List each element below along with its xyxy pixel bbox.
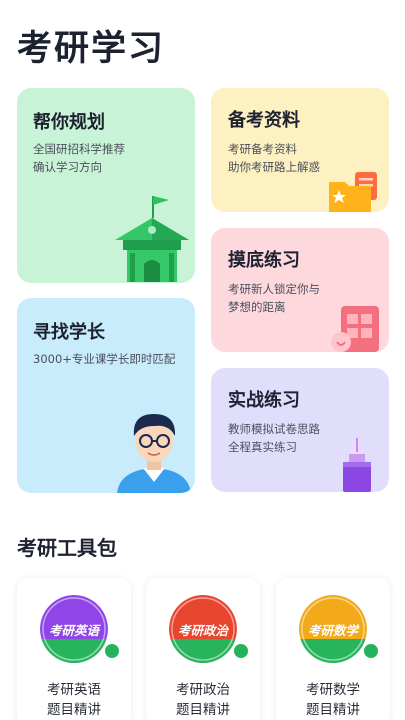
prep-materials-desc-line1: 考研备考资料 [228, 142, 297, 156]
mock-test-card-desc: 考研新人锁定你与 梦想的距离 [228, 280, 320, 316]
mini-program-icon [362, 642, 380, 660]
mock-test-card-title: 摸底练习 [228, 250, 300, 271]
senior-avatar-icon [117, 414, 191, 493]
plan-card-title: 帮你规划 [33, 112, 105, 133]
english-badge-icon: 考研英语 [40, 595, 108, 663]
plan-card-desc: 全国研招科学推荐 确认学习方向 [33, 140, 125, 176]
politics-badge-icon: 考研政治 [169, 595, 237, 663]
find-senior-card-title: 寻找学长 [33, 322, 105, 343]
plan-card-desc-line2: 确认学习方向 [33, 160, 102, 174]
clipboard-icon [331, 306, 379, 352]
folder-star-icon [329, 172, 377, 212]
politics-badge-text: 考研政治 [177, 623, 228, 638]
toolkit-item-math-line1: 考研数学 [306, 682, 360, 698]
mini-program-icon [232, 642, 250, 660]
prep-materials-desc-line2: 助你考研路上解惑 [228, 160, 320, 174]
prep-materials-card-title: 备考资料 [228, 110, 300, 131]
plan-card[interactable]: 帮你规划 全国研招科学推荐 确认学习方向 [17, 88, 195, 283]
prep-materials-card-desc: 考研备考资料 助你考研路上解惑 [228, 140, 320, 176]
mock-test-desc-line1: 考研新人锁定你与 [228, 282, 320, 296]
toolkit-item-english[interactable]: 考研英语 考研英语 题目精讲 [17, 578, 131, 720]
toolkit-item-math[interactable]: 考研数学 考研数学 题目精讲 [276, 578, 390, 720]
practice-desc-line2: 全程真实练习 [228, 440, 297, 454]
mock-test-card[interactable]: 摸底练习 考研新人锁定你与 梦想的距离 [211, 228, 389, 352]
toolkit-item-politics[interactable]: 考研政治 考研政治 题目精讲 [146, 578, 260, 720]
toolkit-item-politics-line2: 题目精讲 [176, 702, 230, 718]
practice-card-desc: 教师模拟试卷思路 全程真实练习 [228, 420, 320, 456]
toolkit-item-english-line1: 考研英语 [47, 682, 101, 698]
prep-materials-card[interactable]: 备考资料 考研备考资料 助你考研路上解惑 [211, 88, 389, 212]
math-badge-text: 考研数学 [307, 623, 358, 638]
school-building-icon [115, 196, 189, 282]
toolkit-item-english-line2: 题目精讲 [47, 702, 101, 718]
find-senior-card[interactable]: 寻找学长 3000+专业课学长即时匹配 [17, 298, 195, 493]
practice-desc-line1: 教师模拟试卷思路 [228, 422, 320, 436]
page-title: 考研学习 [17, 29, 166, 69]
toolkit-section-title: 考研工具包 [17, 536, 117, 560]
toolkit-item-math-line2: 题目精讲 [306, 702, 360, 718]
mini-program-icon [103, 642, 121, 660]
fountain-pen-icon [343, 434, 371, 492]
math-badge-icon: 考研数学 [299, 595, 367, 663]
mock-test-desc-line2: 梦想的距离 [228, 300, 286, 314]
practice-card-title: 实战练习 [228, 390, 300, 411]
toolkit-item-politics-line1: 考研政治 [176, 682, 230, 698]
plan-card-desc-line1: 全国研招科学推荐 [33, 142, 125, 156]
practice-card[interactable]: 实战练习 教师模拟试卷思路 全程真实练习 [211, 368, 389, 492]
english-badge-text: 考研英语 [48, 623, 99, 638]
find-senior-card-desc: 3000+专业课学长即时匹配 [33, 352, 176, 366]
